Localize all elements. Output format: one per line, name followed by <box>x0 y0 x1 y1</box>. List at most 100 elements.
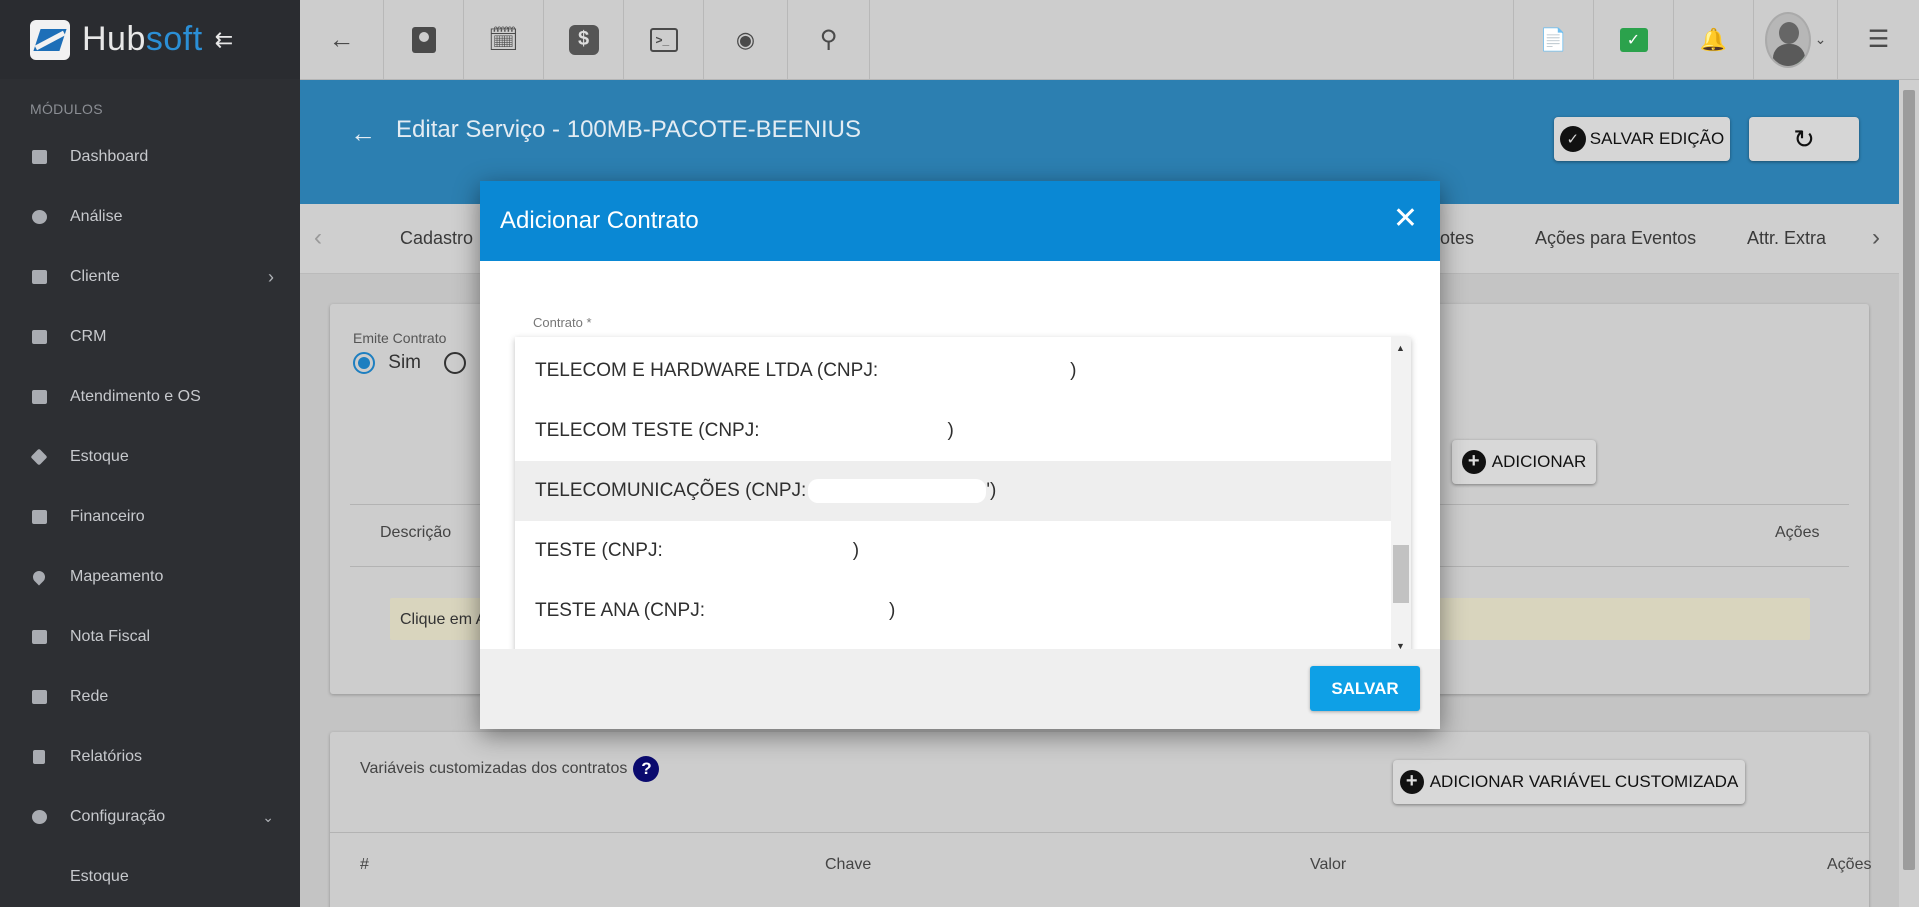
dropdown-option[interactable]: TELECOM TESTE (CNPJ:) <box>515 401 1391 461</box>
page-title: Editar Serviço - 100MB-PACOTE-BEENIUS <box>396 116 862 143</box>
gear-icon <box>30 808 48 826</box>
chevron-down-icon: ⌄ <box>1814 31 1827 47</box>
modal-header: Adicionar Contrato ✕ <box>480 181 1440 261</box>
col-chave: Chave <box>825 856 872 873</box>
tabs-scroll-right-icon[interactable]: › <box>1872 224 1880 252</box>
page-scrollbar-thumb[interactable] <box>1903 90 1915 870</box>
terminal-shortcut-button[interactable]: >_ <box>624 0 704 79</box>
close-icon[interactable]: ✕ <box>1393 201 1418 236</box>
pie-chart-icon <box>30 208 48 226</box>
tab-lotes[interactable]: otes <box>1440 228 1474 249</box>
col-descricao: Descrição <box>380 524 452 541</box>
search-button[interactable]: ⚲ <box>788 0 870 79</box>
bell-icon: 🔔 <box>1699 26 1728 52</box>
tab-cadastro[interactable]: Cadastro <box>400 228 473 249</box>
radio-sim-option[interactable]: Sim <box>353 352 467 374</box>
dollar-icon: $ <box>568 24 599 55</box>
list-icon: ☰ <box>1867 26 1890 53</box>
tab-acoes-eventos[interactable]: Ações para Eventos <box>1535 228 1696 249</box>
contract-dropdown-list[interactable]: TELECOM E HARDWARE LTDA (CNPJ:) TELECOM … <box>515 337 1411 657</box>
refresh-button[interactable]: ↻ <box>1749 117 1859 161</box>
sidebar-subitem-estoque[interactable]: Estoque <box>0 847 300 907</box>
search-icon: ⚲ <box>819 26 838 53</box>
sidebar-item-crm[interactable]: CRM <box>0 307 300 367</box>
clients-shortcut-button[interactable] <box>384 0 464 79</box>
custom-vars-card: Variáveis customizadas dos contratos? + … <box>330 732 1872 907</box>
dropdown-option-highlighted[interactable]: TELECOMUNICAÇÕES (CNPJ: ') <box>515 461 1391 521</box>
sidebar-item-nota-fiscal[interactable]: Nota Fiscal <box>0 607 300 667</box>
page-back-arrow-icon[interactable]: ← <box>350 118 376 149</box>
brand-logo[interactable]: Hubsoft ⇇ <box>0 0 300 79</box>
emite-contrato-label: Emite Contrato <box>353 330 447 346</box>
server-icon <box>30 688 48 706</box>
invoice-icon <box>30 628 48 646</box>
top-toolbar: ← 🗓 $ >_ ◉ ⚲ 📄 ✓ 🔔 ⌄ ☰ <box>300 0 1919 80</box>
dropdown-option[interactable]: TELECOM E HARDWARE LTDA (CNPJ:) <box>515 341 1391 401</box>
sidebar: Hubsoft ⇇ MÓDULOS Dashboard Análise Clie… <box>0 0 300 907</box>
brand-name: Hubsoft <box>82 20 203 58</box>
page-scrollbar[interactable] <box>1899 80 1919 907</box>
sidebar-item-configuracao[interactable]: Configuração ⌄ <box>0 787 300 847</box>
notifications-button[interactable]: 🔔 <box>1673 0 1753 79</box>
menu-list-button[interactable]: ☰ <box>1837 0 1919 79</box>
tab-attr-extra[interactable]: Attr. Extra <box>1747 228 1826 249</box>
dashboard-icon <box>30 148 48 166</box>
dropdown-scrollbar-thumb[interactable] <box>1393 545 1409 603</box>
hubsoft-logo-icon <box>30 19 70 60</box>
redacted-cnpj <box>808 479 987 503</box>
contact-card-icon <box>30 268 48 286</box>
sidebar-item-financeiro[interactable]: Financeiro <box>0 487 300 547</box>
divider <box>330 832 1869 833</box>
add-contract-modal: Adicionar Contrato ✕ Contrato * TELECOM … <box>480 181 1440 729</box>
col-number: # <box>360 856 369 873</box>
dropdown-option[interactable]: TESTE ANA (CNPJ:) <box>515 581 1391 641</box>
tabs-scroll-left-icon[interactable]: ‹ <box>314 224 322 252</box>
redacted-cnpj <box>712 599 889 623</box>
dropdown-option[interactable]: TESTE (CNPJ:) <box>515 521 1391 581</box>
sidebar-item-analise[interactable]: Análise <box>0 187 300 247</box>
sidebar-item-relatorios[interactable]: Relatórios <box>0 727 300 787</box>
sidebar-item-rede[interactable]: Rede <box>0 667 300 727</box>
save-button[interactable]: SALVAR <box>1310 666 1420 711</box>
chevron-down-icon: ⌄ <box>262 808 274 825</box>
chat-check-icon: ✓ <box>1619 27 1648 52</box>
finance-shortcut-button[interactable]: $ <box>544 0 624 79</box>
pdf-button[interactable]: 📄 <box>1513 0 1593 79</box>
schedule-shortcut-button[interactable]: 🗓 <box>464 0 544 79</box>
radio-nao[interactable] <box>444 352 467 374</box>
money-icon <box>30 508 48 526</box>
redacted-cnpj <box>767 419 948 443</box>
view-shortcut-button[interactable]: ◉ <box>704 0 788 79</box>
sidebar-item-cliente[interactable]: Cliente › <box>0 247 300 307</box>
user-menu-button[interactable]: ⌄ <box>1753 0 1837 79</box>
chevron-right-icon: › <box>268 266 274 287</box>
box-icon <box>30 448 48 466</box>
help-icon[interactable]: ? <box>633 756 660 782</box>
sidebar-item-mapeamento[interactable]: Mapeamento <box>0 547 300 607</box>
sidebar-item-atendimento[interactable]: Atendimento e OS <box>0 367 300 427</box>
add-contract-button[interactable]: + ADICIONAR <box>1452 440 1596 484</box>
modules-section-label: MÓDULOS <box>30 101 103 117</box>
collapse-sidebar-icon[interactable]: ⇇ <box>215 27 233 53</box>
save-edit-button[interactable]: ✓ SALVAR EDIÇÃO <box>1554 117 1730 161</box>
plus-circle-icon: + <box>1399 770 1424 794</box>
radio-sim[interactable] <box>353 352 375 374</box>
terminal-icon: >_ <box>649 27 678 52</box>
sidebar-item-dashboard[interactable]: Dashboard <box>0 127 300 187</box>
sidebar-item-estoque[interactable]: Estoque <box>0 427 300 487</box>
arrow-left-icon: ← <box>328 24 355 54</box>
chat-button[interactable]: ✓ <box>1593 0 1673 79</box>
refresh-icon: ↻ <box>1793 123 1815 154</box>
scroll-up-arrow-icon[interactable]: ▲ <box>1396 343 1405 353</box>
plus-circle-icon: + <box>1461 450 1486 474</box>
custom-vars-title: Variáveis customizadas dos contratos? <box>360 756 660 782</box>
calendar-clock-icon: 🗓 <box>488 26 519 53</box>
back-button[interactable]: ← <box>300 0 384 79</box>
add-custom-variable-button[interactable]: + ADICIONAR VARIÁVEL CUSTOMIZADA <box>1393 760 1745 804</box>
calendar-clock-icon <box>30 388 48 406</box>
dropdown-scrollbar[interactable]: ▲ ▼ <box>1391 337 1411 657</box>
modal-footer: SALVAR <box>480 649 1440 729</box>
col-acoes: Ações <box>1827 856 1872 873</box>
contact-card-icon <box>411 26 436 53</box>
modal-title: Adicionar Contrato <box>500 207 699 234</box>
